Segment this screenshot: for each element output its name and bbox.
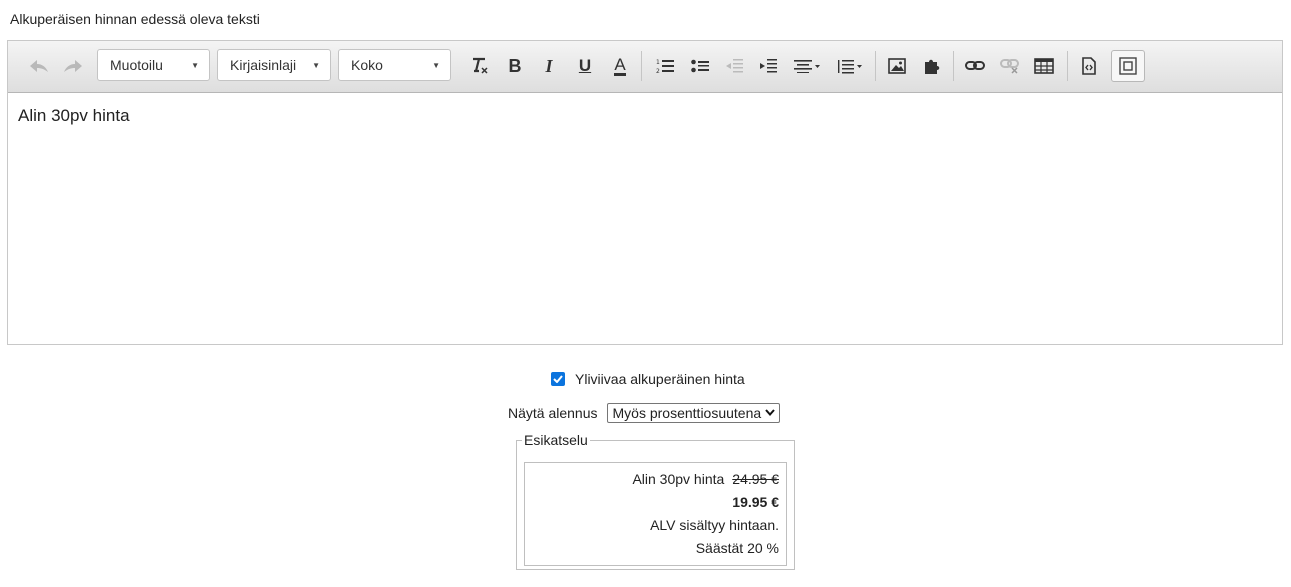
size-dropdown[interactable]: Koko ▼: [338, 49, 451, 81]
editor-content[interactable]: Alin 30pv hinta: [8, 93, 1282, 139]
preview-vat-text: ALV sisältyy hintaan.: [650, 517, 779, 533]
align-icon[interactable]: [792, 49, 824, 83]
preview-original-line: Alin 30pv hinta 24.95 €: [525, 468, 779, 491]
text-color-glyph: A: [614, 54, 626, 76]
editor-toolbar: Muotoilu ▼ Kirjaisinlaji ▼ Koko ▼ B I U …: [8, 41, 1282, 93]
image-icon[interactable]: [885, 49, 909, 83]
link-icon[interactable]: [963, 49, 987, 83]
format-dropdown-label: Muotoilu: [110, 57, 163, 73]
rich-text-editor[interactable]: Muotoilu ▼ Kirjaisinlaji ▼ Koko ▼ B I U …: [7, 40, 1283, 345]
preview-savings-text: Säästät 20 %: [695, 540, 779, 556]
toolbar-separator: [953, 51, 954, 81]
outdent-icon[interactable]: [722, 49, 746, 83]
fullscreen-icon[interactable]: [1111, 50, 1145, 82]
italic-icon[interactable]: I: [538, 49, 560, 83]
preview-legend: Esikatselu: [524, 432, 588, 448]
font-dropdown[interactable]: Kirjaisinlaji ▼: [217, 49, 331, 81]
unlink-icon[interactable]: [998, 49, 1022, 83]
strikethrough-label[interactable]: Yliviivaa alkuperäinen hinta: [575, 371, 745, 387]
checkmark-icon: [553, 375, 563, 383]
discount-select-value: Myös prosenttiosuutena: [612, 405, 762, 421]
numbered-list-icon[interactable]: 12: [653, 49, 677, 83]
underline-icon[interactable]: U: [574, 49, 596, 83]
svg-text:2: 2: [656, 68, 660, 74]
plugin-icon[interactable]: [920, 49, 944, 83]
discount-select[interactable]: Myös prosenttiosuutena: [606, 403, 781, 423]
undo-icon[interactable]: [26, 49, 52, 83]
source-icon[interactable]: [1077, 49, 1101, 83]
bullet-list-icon[interactable]: [688, 49, 712, 83]
font-dropdown-label: Kirjaisinlaji: [230, 57, 297, 73]
chevron-down-icon: ▼: [191, 60, 199, 70]
table-icon[interactable]: [1032, 49, 1056, 83]
bold-icon[interactable]: B: [504, 49, 526, 83]
preview-original-price: 24.95 €: [732, 471, 779, 487]
strikethrough-checkbox[interactable]: [551, 372, 565, 386]
remove-format-icon[interactable]: [468, 49, 492, 83]
field-label: Alkuperäisen hinnan edessä oleva teksti: [10, 11, 260, 27]
line-height-icon[interactable]: [834, 49, 866, 83]
text-color-icon[interactable]: A: [609, 49, 631, 83]
size-dropdown-label: Koko: [351, 57, 383, 73]
toolbar-separator: [641, 51, 642, 81]
preview-fieldset: Esikatselu Alin 30pv hinta 24.95 € 19.95 …: [516, 432, 795, 570]
toolbar-separator: [1067, 51, 1068, 81]
format-dropdown[interactable]: Muotoilu ▼: [97, 49, 210, 81]
strikethrough-option[interactable]: Yliviivaa alkuperäinen hinta: [551, 371, 745, 387]
toolbar-separator: [875, 51, 876, 81]
preview-new-price: 19.95 €: [732, 494, 779, 510]
chevron-down-icon: ▼: [432, 60, 440, 70]
preview-box: Alin 30pv hinta 24.95 € 19.95 € ALV sisäl…: [524, 462, 787, 566]
discount-label: Näytä alennus: [508, 405, 598, 421]
indent-icon[interactable]: [756, 49, 780, 83]
svg-text:1: 1: [656, 59, 660, 66]
redo-icon[interactable]: [60, 49, 86, 83]
chevron-down-icon: ▼: [312, 60, 320, 70]
discount-option: Näytä alennus Myös prosenttiosuutena: [508, 403, 781, 423]
preview-original-text: Alin 30pv hinta: [632, 471, 725, 487]
chevron-down-icon: [765, 407, 775, 419]
